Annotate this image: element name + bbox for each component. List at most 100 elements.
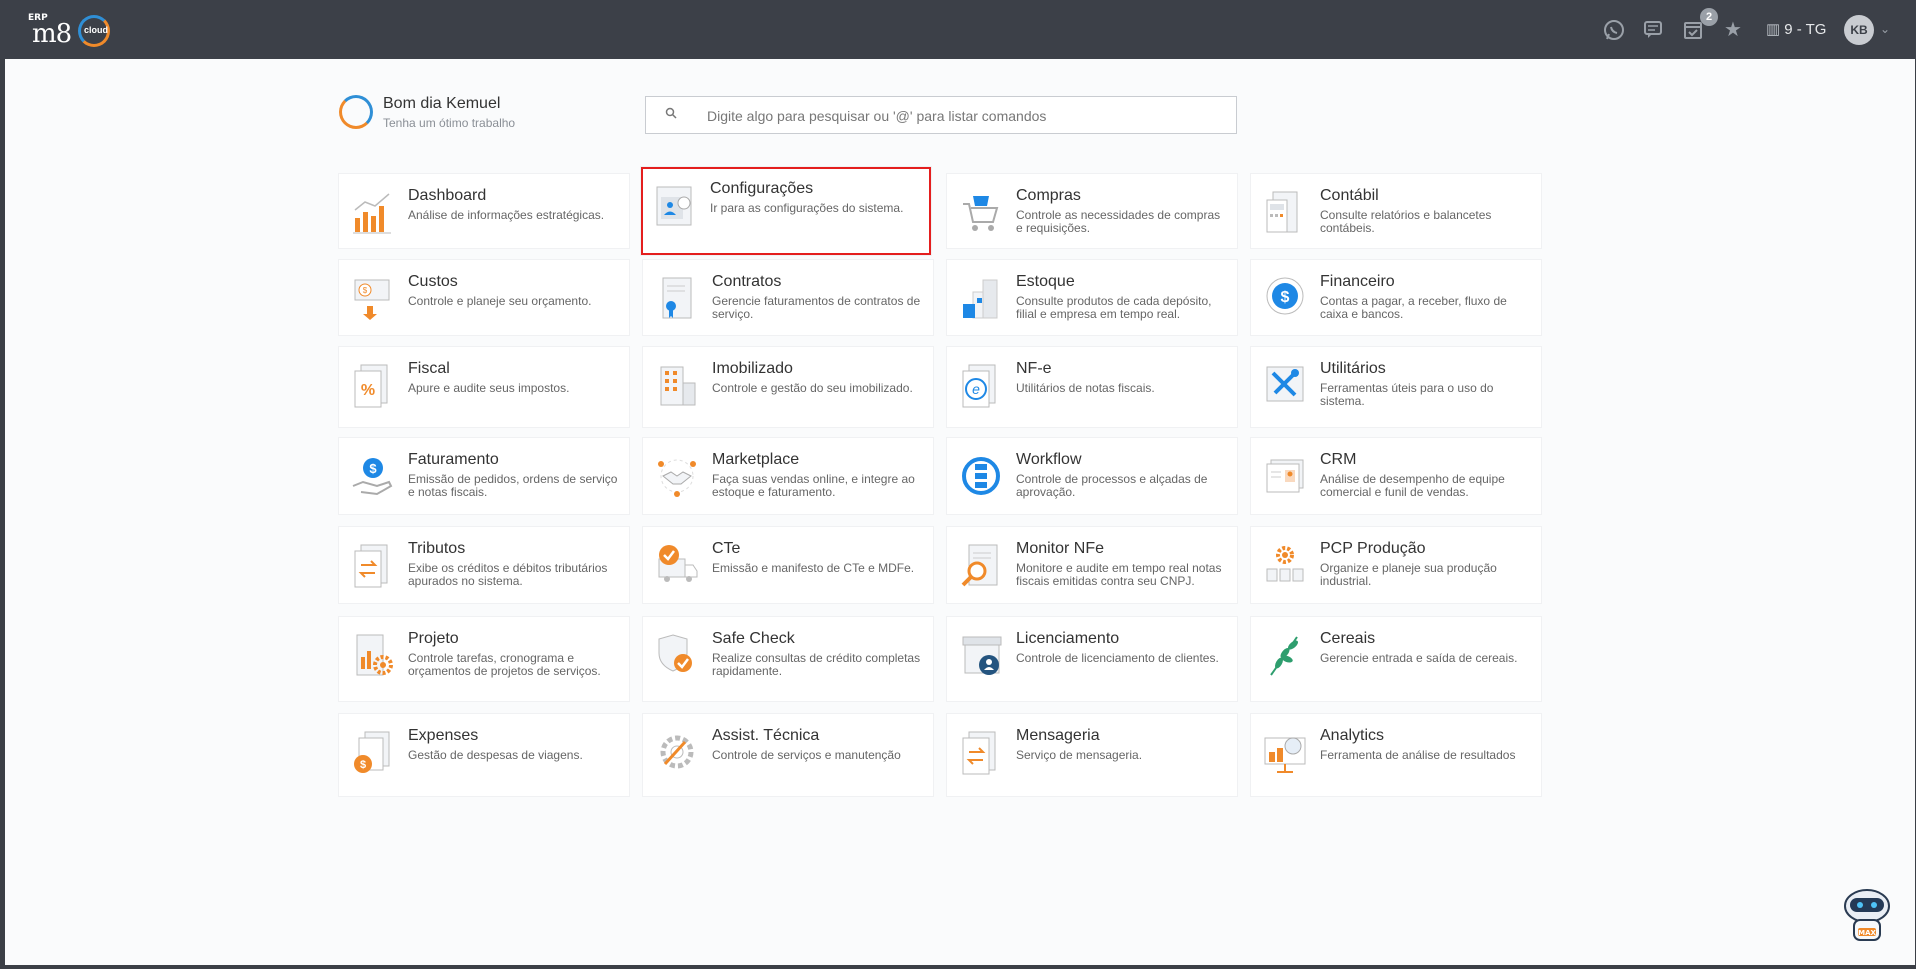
module-title: Assist. Técnica [712,727,820,744]
module-description: Controle de licenciamento de clientes. [1016,651,1219,665]
gear-wrench-icon [655,728,699,776]
module-card-marketplace[interactable]: Marketplace Faça suas vendas online, e in… [643,438,933,514]
module-card-monitor-nfe[interactable]: Monitor NFe Monitore e audite em tempo re… [947,527,1237,603]
module-card-workflow[interactable]: Workflow Controle de processos e alçadas … [947,438,1237,514]
module-card-nf-e[interactable]: e NF-e Utilitários de notas fiscais. [947,347,1237,427]
chart-bars-icon [351,188,395,236]
greeting: Bom dia Kemuel Tenha um ótimo trabalho [339,95,539,135]
search-placeholder: Digite algo para pesquisar ou '@' para l… [707,108,1047,124]
module-card-mensageria[interactable]: Mensageria Serviço de mensageria. [947,714,1237,796]
module-title: Compras [1016,187,1081,204]
avatar[interactable]: KB [1844,15,1874,45]
module-title: Licenciamento [1016,630,1120,647]
module-card-fiscal[interactable]: % Fiscal Apure e audite seus impostos. [339,347,629,427]
module-title: NF-e [1016,360,1052,377]
module-description: Controle tarefas, cronograma e orçamento… [408,651,601,678]
module-title: Imobilizado [712,360,793,377]
module-description: Controle as necessidades de compras e re… [1016,208,1221,235]
module-description: Faça suas vendas online, e integre ao es… [712,472,915,499]
whatsapp-icon[interactable] [1603,19,1625,41]
module-description: Monitore e audite em tempo real notas fi… [1016,561,1222,588]
svg-text:$: $ [363,286,368,295]
module-card-assist-tecnica[interactable]: Assist. Técnica Controle de serviços e ma… [643,714,933,796]
module-title: Estoque [1016,273,1075,290]
module-card-cereais[interactable]: Cereais Gerencie entrada e saída de cerea… [1251,617,1541,701]
module-card-estoque[interactable]: Estoque Consulte produtos de cada depósit… [947,260,1237,335]
module-card-analytics[interactable]: Analytics Ferramenta de análise de result… [1251,714,1541,796]
module-card-configuracoes[interactable]: Configurações Ir para as configurações do… [641,167,931,255]
handshake-icon [655,452,699,500]
robot-assistant-icon[interactable]: MAX [1834,886,1900,946]
module-card-contratos[interactable]: Contratos Gerencie faturamentos de contra… [643,260,933,335]
module-title: Contábil [1320,187,1379,204]
tax-transfer-icon [351,541,395,589]
module-title: Configurações [710,180,814,197]
module-title: PCP Produção [1320,540,1426,557]
shield-check-icon [655,631,699,679]
assistant-label: MAX [1858,929,1876,937]
module-card-projeto[interactable]: Projeto Controle tarefas, cronograma e or… [339,617,629,701]
module-card-cte[interactable]: CTe Emissão e manifesto de CTe e MDFe. [643,527,933,603]
svg-text:$: $ [1281,289,1290,306]
module-card-custos[interactable]: $ Custos Controle e planeje seu orçamento. [339,260,629,335]
search-icon [665,107,677,122]
logo-m8-text: m8 [32,19,72,49]
calculator-icon [1263,188,1307,236]
license-store-icon [959,631,1003,679]
notification-badge[interactable]: 2 [1700,8,1718,26]
module-card-contabil[interactable]: Contábil Consulte relatórios e balancetes… [1251,174,1541,248]
project-gear-icon [351,631,395,679]
module-card-financeiro[interactable]: $ Financeiro Contas a pagar, a receber, fl… [1251,260,1541,335]
contract-icon [655,274,699,322]
star-icon[interactable]: ★ [1722,19,1744,41]
module-description: Ferramentas úteis para o uso do sistema. [1320,381,1494,408]
analytics-board-icon [1263,728,1307,776]
calendar-check-icon[interactable] [1682,19,1704,41]
module-card-safe-check[interactable]: Safe Check Realize consultas de crédito c… [643,617,933,701]
greeting-title: Bom dia Kemuel [383,95,501,112]
module-title: Analytics [1320,727,1385,744]
module-description: Controle de processos e alçadas de aprov… [1016,472,1208,499]
message-icon[interactable] [1642,19,1664,41]
module-title: CRM [1320,451,1357,468]
search-input[interactable]: Digite algo para pesquisar ou '@' para l… [645,96,1237,134]
company-selector[interactable]: ▥ 9 - TG [1766,20,1826,40]
module-card-pcp-producao[interactable]: PCP Produção Organize e planeje sua produ… [1251,527,1541,603]
module-title: Financeiro [1320,273,1395,290]
module-description: Apure e audite seus impostos. [408,381,570,395]
module-card-imobilizado[interactable]: Imobilizado Controle e gestão do seu imob… [643,347,933,427]
magnifier-document-icon [959,541,1003,589]
module-description: Organize e planeje sua produção industri… [1320,561,1497,588]
module-card-tributos[interactable]: Tributos Exibe os créditos e débitos trib… [339,527,629,603]
module-description: Controle e gestão do seu imobilizado. [712,381,913,395]
stock-boxes-icon [959,274,1003,322]
svg-text:$: $ [369,461,377,476]
module-description: Emissão de pedidos, ordens de serviço e … [408,472,618,499]
module-title: Projeto [408,630,459,647]
module-card-utilitarios[interactable]: Utilitários Ferramentas úteis para o uso … [1251,347,1541,427]
module-title: Monitor NFe [1016,540,1105,557]
module-title: CTe [712,540,741,557]
module-description: Consulte produtos de cada depósito, fili… [1016,294,1212,321]
module-title: Expenses [408,727,479,744]
module-card-licenciamento[interactable]: Licenciamento Controle de licenciamento d… [947,617,1237,701]
building-asset-icon [655,361,699,409]
module-description: Ferramenta de análise de resultados [1320,748,1516,762]
erp-m8-cloud-logo[interactable]: ERP m8 cloud [28,11,120,51]
module-description: Realize consultas de crédito completas r… [712,651,921,678]
module-card-crm[interactable]: CRM Análise de desempenho de equipe comer… [1251,438,1541,514]
svg-text:%: % [361,382,375,399]
production-gear-icon [1263,541,1307,589]
tools-icon [1263,361,1307,409]
chevron-down-icon[interactable]: ⌄ [1880,22,1890,36]
module-title: Cereais [1320,630,1376,647]
truck-check-icon [655,541,699,589]
module-card-faturamento[interactable]: $ Faturamento Emissão de pedidos, ordens d… [339,438,629,514]
module-card-expenses[interactable]: $ Expenses Gestão de despesas de viagens. [339,714,629,796]
module-card-dashboard[interactable]: Dashboard Análise de informações estratég… [339,174,629,248]
module-description: Controle de serviços e manutenção [712,748,901,762]
module-description: Gestão de despesas de viagens. [408,748,583,762]
module-description: Serviço de mensageria. [1016,748,1143,762]
module-card-compras[interactable]: Compras Controle as necessidades de compr… [947,174,1237,248]
module-title: Tributos [408,540,466,557]
